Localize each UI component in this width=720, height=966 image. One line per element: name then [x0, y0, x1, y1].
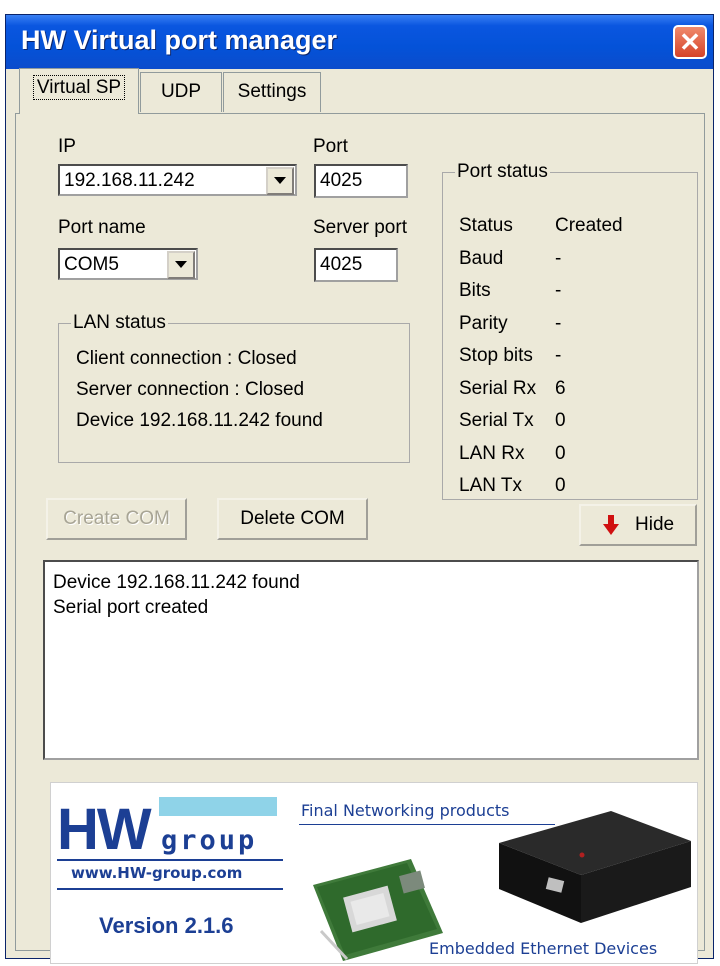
port-name-dropdown-button[interactable] [167, 251, 195, 279]
lan-server-connection: Server connection : Closed [76, 379, 305, 400]
log-line: Device 192.168.11.242 found [53, 572, 300, 593]
port-value: 4025 [320, 170, 363, 191]
port-status-value: 0 [555, 410, 566, 431]
tab-settings[interactable]: Settings [223, 72, 321, 112]
port-status-key: Serial Tx [459, 410, 534, 431]
lan-status-group: LAN status Client connection : Closed Se… [58, 312, 410, 463]
port-status-key: Bits [459, 280, 491, 301]
window-title: HW Virtual port manager [21, 25, 338, 55]
port-status-key: Serial Rx [459, 377, 537, 399]
server-port-label: Server port [313, 217, 407, 238]
server-port-input[interactable]: 4025 [314, 248, 398, 282]
create-com-button[interactable]: Create COM [46, 498, 187, 540]
ip-value: 192.168.11.242 [64, 170, 195, 191]
banner-tagline-top: Final Networking products [301, 801, 510, 820]
ip-dropdown-button[interactable] [266, 167, 294, 195]
port-status-value: - [555, 312, 562, 334]
port-status-key: LAN Tx [459, 475, 523, 496]
server-port-value: 4025 [320, 254, 363, 275]
banner-version: Version 2.1.6 [99, 913, 234, 938]
port-status-key: Status [459, 215, 513, 236]
port-label: Port [313, 136, 348, 157]
delete-com-button[interactable]: Delete COM [217, 498, 368, 540]
close-button[interactable]: ✕ [673, 25, 707, 59]
create-com-label: Create COM [63, 508, 170, 529]
banner-tagline-bottom: Embedded Ethernet Devices [429, 939, 658, 958]
port-status-value: 0 [555, 475, 566, 496]
tagline-underline [299, 824, 555, 825]
port-status-value: - [555, 345, 562, 366]
chevron-down-icon [175, 261, 187, 268]
tab-udp[interactable]: UDP [140, 72, 222, 112]
port-status-value: - [555, 247, 562, 269]
close-icon[interactable]: ✕ [675, 27, 705, 57]
embedded-board-image [313, 859, 443, 961]
port-input[interactable]: 4025 [314, 164, 408, 198]
lan-client-connection: Client connection : Closed [76, 348, 297, 369]
hw-logo-group: group [161, 825, 257, 856]
hide-button[interactable]: Hide [579, 504, 697, 546]
tab-virtual-sp[interactable]: Virtual SP [19, 68, 139, 114]
arrow-down-icon [603, 515, 619, 535]
port-status-value: Created [555, 215, 623, 236]
log-output[interactable]: Device 192.168.11.242 found Serial port … [43, 560, 699, 760]
port-status-value: 6 [555, 377, 566, 399]
tab-udp-label: UDP [160, 81, 202, 102]
port-name-select[interactable]: COM5 [58, 248, 198, 280]
port-status-key: Stop bits [459, 345, 533, 366]
tab-virtual-sp-label: Virtual SP [32, 75, 126, 100]
lan-status-title: LAN status [71, 312, 168, 334]
banner-website: www.HW-group.com [71, 864, 243, 882]
hw-logo-mark: HW [57, 797, 152, 862]
port-status-key: Baud [459, 247, 504, 269]
port-status-key: LAN Rx [459, 442, 525, 464]
app-window: HW Virtual port manager ✕ Virtual SP UDP… [5, 14, 714, 964]
ip-select[interactable]: 192.168.11.242 [58, 164, 297, 196]
port-status-title: Port status [455, 161, 550, 183]
lan-device-found: Device 192.168.11.242 found [76, 410, 323, 431]
title-bar[interactable]: HW Virtual port manager ✕ [6, 15, 713, 69]
port-name-label: Port name [58, 217, 146, 238]
port-status-key: Parity [459, 312, 508, 334]
port-name-value: COM5 [64, 254, 119, 275]
port-status-group: Port status Status Created Baud - Bits - Parit… [442, 161, 698, 500]
hide-label: Hide [635, 514, 675, 535]
delete-com-label: Delete COM [240, 508, 345, 529]
ethernet-device-image [499, 811, 691, 923]
tab-settings-label: Settings [237, 81, 307, 102]
chevron-down-icon [274, 177, 286, 184]
log-line: Serial port created [53, 597, 209, 618]
hw-group-banner: HW group Final Networking products www.H… [50, 782, 698, 964]
port-status-value: 0 [555, 442, 566, 464]
ip-label: IP [58, 136, 76, 157]
port-status-value: - [555, 280, 562, 301]
